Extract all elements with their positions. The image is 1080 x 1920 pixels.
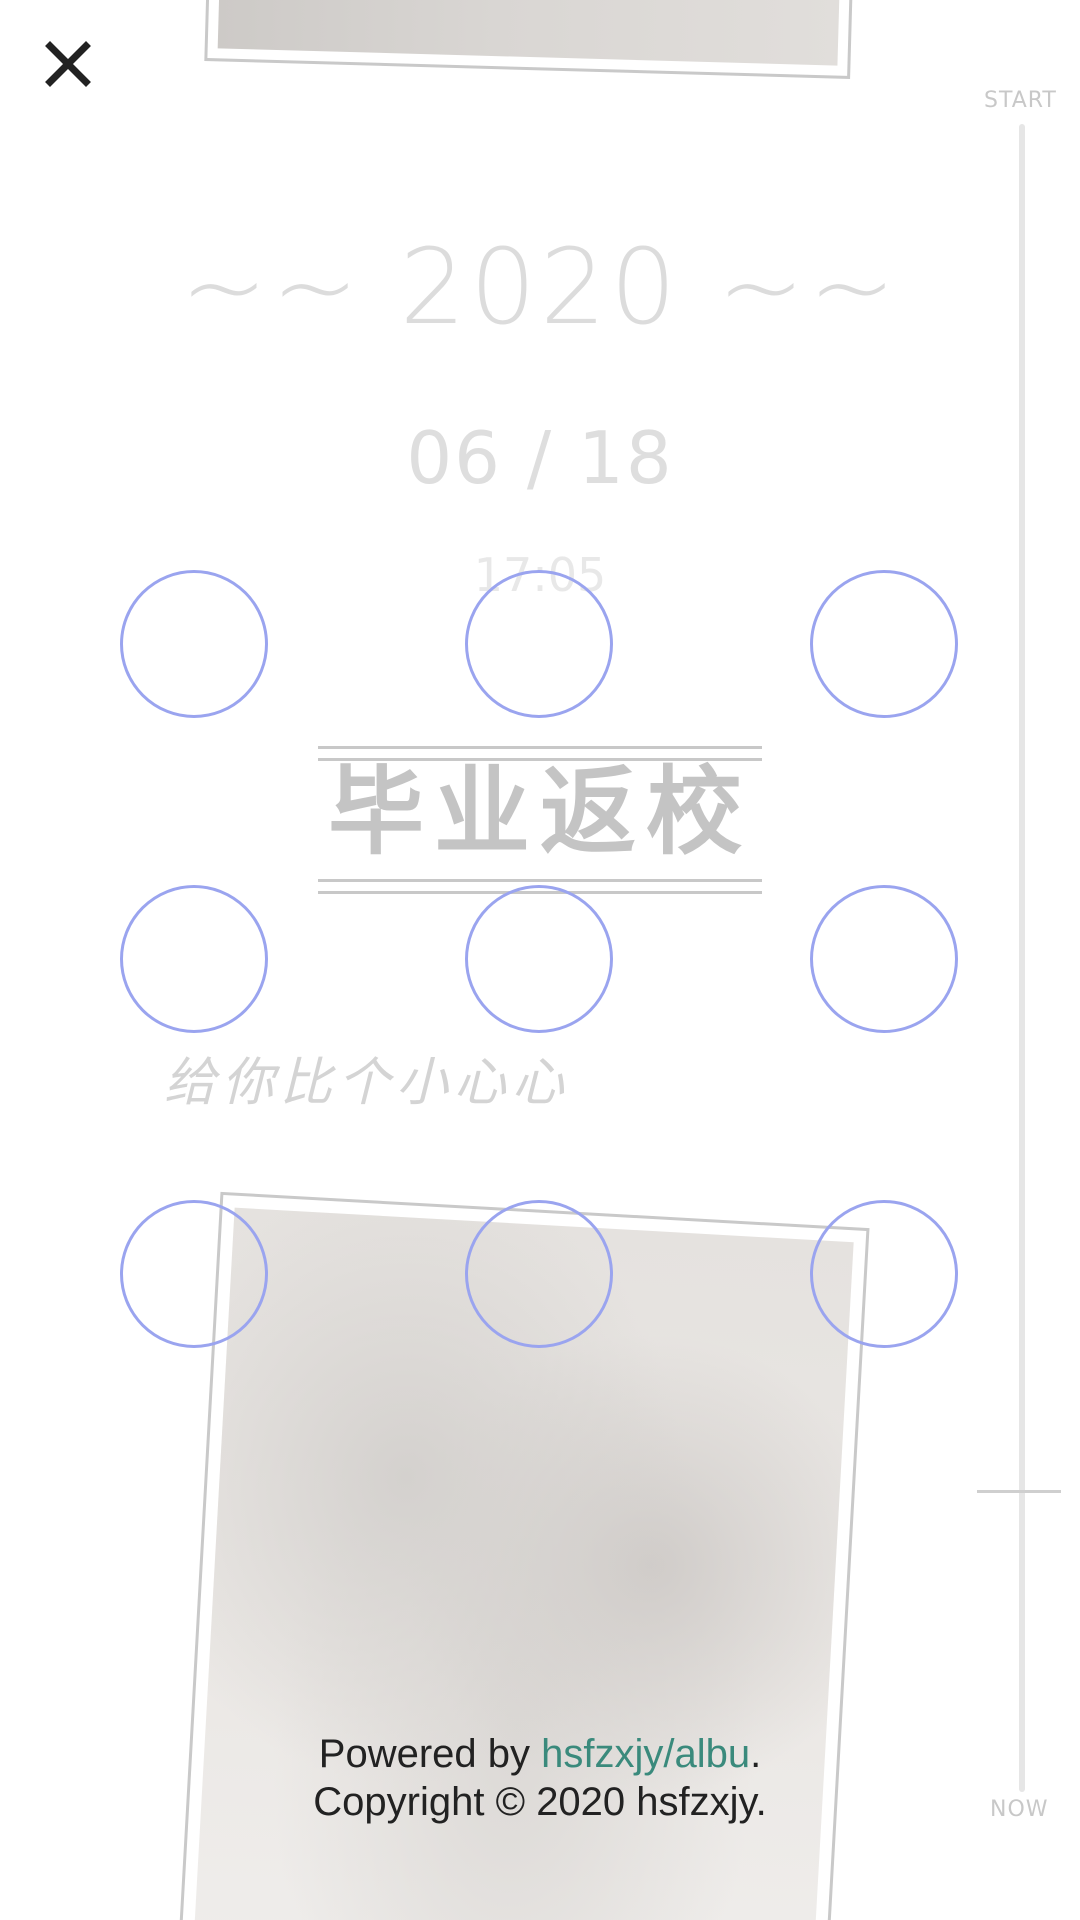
album-screen: START NOW ~~ 2020 ~~ 06 / 18 17:05 毕业返校 … — [0, 0, 1080, 1920]
lock-dot-6[interactable] — [810, 885, 958, 1033]
photo-top-image — [217, 0, 841, 66]
footer-repo-link[interactable]: hsfzxjy/albu — [541, 1732, 750, 1776]
album-title: 毕业返校 — [328, 755, 752, 868]
footer-powered-prefix: Powered by — [318, 1732, 542, 1776]
close-icon — [45, 41, 91, 87]
album-subtitle: 给你比个小心心 — [164, 1053, 571, 1113]
lock-dot-9[interactable] — [810, 1200, 958, 1348]
title-rule-bottom-1 — [318, 879, 762, 882]
timeline-marker[interactable] — [977, 1490, 1061, 1493]
timeline-track[interactable] — [1019, 124, 1025, 1792]
date-year: ~~ 2020 ~~ — [180, 226, 900, 348]
lock-dot-8[interactable] — [465, 1200, 613, 1348]
footer-powered-line: Powered by hsfzxjy/albu. — [0, 1730, 1080, 1778]
footer: Powered by hsfzxjy/albu. Copyright © 202… — [0, 1730, 1080, 1826]
date-month-day: 06 / 18 — [406, 416, 674, 500]
footer-copyright: Copyright © 2020 hsfzxjy. — [313, 1780, 767, 1824]
title-rule-top-1 — [318, 746, 762, 749]
photo-top[interactable] — [204, 0, 854, 79]
lock-dot-2[interactable] — [465, 570, 613, 718]
close-button[interactable] — [40, 36, 96, 92]
timeline-start-label: START — [984, 88, 1057, 113]
footer-powered-suffix: . — [750, 1732, 762, 1776]
lock-dot-5[interactable] — [465, 885, 613, 1033]
lock-dot-7[interactable] — [120, 1200, 268, 1348]
lock-dot-1[interactable] — [120, 570, 268, 718]
lock-dot-3[interactable] — [810, 570, 958, 718]
lock-dot-4[interactable] — [120, 885, 268, 1033]
